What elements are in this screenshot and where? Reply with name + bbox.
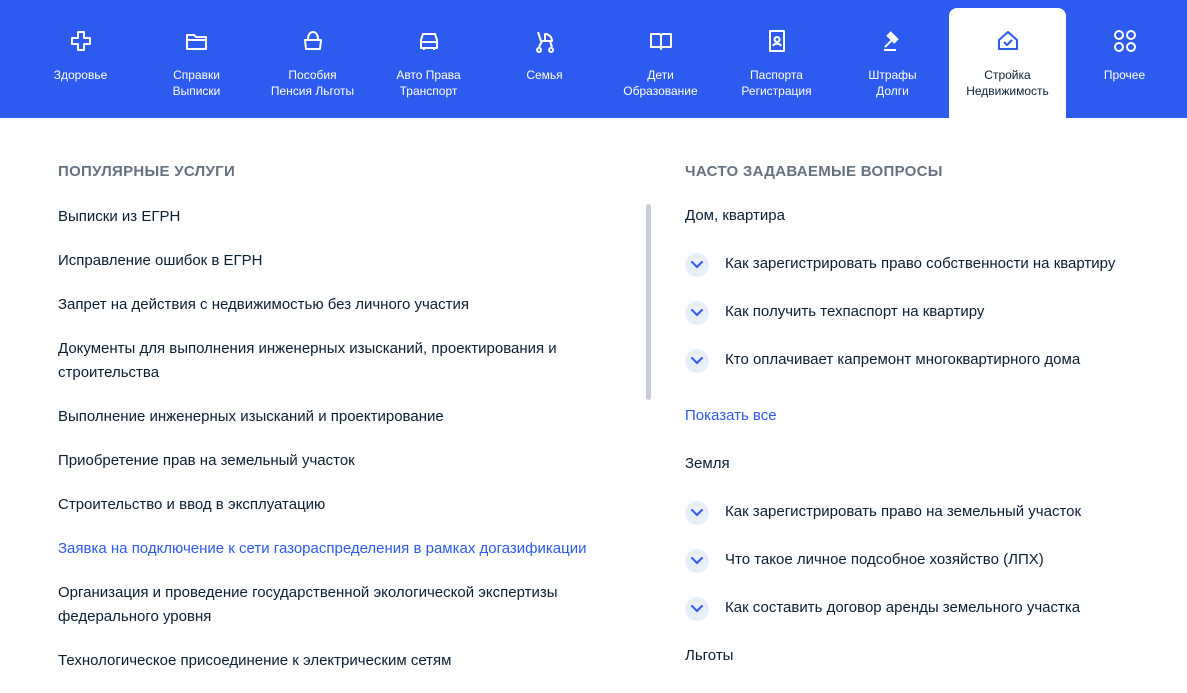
category-children[interactable]: Дети Образование: [602, 8, 719, 118]
faq-group-title: Земля: [685, 455, 730, 472]
category-certificates[interactable]: Справки Выписки: [138, 8, 255, 118]
wallet-bag-icon: [300, 28, 326, 54]
chevron-down-icon: [685, 549, 709, 573]
category-label: Семья: [526, 68, 563, 82]
category-auto[interactable]: Авто Права Транспорт: [370, 8, 487, 118]
service-link[interactable]: Документы для выполнения инженерных изыс…: [58, 337, 628, 385]
category-passports[interactable]: Паспорта Регистрация: [718, 8, 835, 118]
chevron-down-icon: [685, 253, 709, 277]
house-icon: [995, 28, 1021, 54]
chevron-down-icon: [685, 349, 709, 373]
service-link[interactable]: Выписки из ЕГРН: [58, 205, 628, 229]
category-other[interactable]: Прочее: [1066, 8, 1183, 118]
faq-question: Как зарегистрировать право на земельный …: [725, 503, 1082, 520]
folder-icon: [184, 28, 210, 54]
popular-services-title: ПОПУЛЯРНЫЕ УСЛУГИ: [58, 163, 236, 180]
scrollbar-thumb[interactable]: [646, 204, 651, 400]
service-link[interactable]: Организация и проведение государственной…: [58, 581, 628, 629]
faq-question: Как составить договор аренды земельного …: [725, 599, 1081, 616]
service-link-highlighted[interactable]: Заявка на подключение к сети газораспред…: [58, 537, 658, 561]
faq-question: Как получить техпаспорт на квартиру: [725, 303, 985, 320]
category-label: Дети Образование: [623, 68, 698, 98]
faq-group-title: Льготы: [685, 647, 734, 664]
passport-icon: [764, 28, 790, 54]
car-icon: [416, 28, 442, 54]
service-link[interactable]: Выполнение инженерных изысканий и проект…: [58, 405, 628, 429]
faq-question: Что такое личное подсобное хозяйство (ЛП…: [725, 551, 1044, 568]
faq-question: Как зарегистрировать право собственности…: [725, 255, 1116, 272]
category-label: Штрафы Долги: [868, 68, 917, 98]
category-bar: Здоровье Справки Выписки Пособия Пенсия Ль…: [0, 0, 1187, 118]
service-link[interactable]: Технологическое присоединение к электрич…: [58, 649, 628, 673]
gavel-icon: [880, 28, 906, 54]
faq-question: Кто оплачивает капремонт многоквартирног…: [725, 351, 1081, 368]
category-label: Пособия Пенсия Льготы: [270, 68, 355, 98]
category-label: Авто Права Транспорт: [396, 68, 461, 98]
grid-icon: [1112, 28, 1138, 54]
category-label: Паспорта Регистрация: [741, 68, 812, 98]
faq-title: ЧАСТО ЗАДАВАЕМЫЕ ВОПРОСЫ: [685, 163, 943, 180]
category-label: Стройка Недвижимость: [966, 68, 1049, 98]
service-link[interactable]: Строительство и ввод в эксплуатацию: [58, 493, 628, 517]
category-label: Прочее: [1103, 68, 1146, 82]
service-link[interactable]: Исправление ошибок в ЕГРН: [58, 249, 628, 273]
show-all-link[interactable]: Показать все: [685, 407, 777, 424]
service-link[interactable]: Приобретение прав на земельный участок: [58, 449, 628, 473]
chevron-down-icon: [685, 597, 709, 621]
category-realty[interactable]: Стройка Недвижимость: [949, 8, 1066, 118]
stroller-icon: [532, 28, 558, 54]
chevron-down-icon: [685, 301, 709, 325]
service-link[interactable]: Запрет на действия с недвижимостью без л…: [58, 293, 628, 317]
chevron-down-icon: [685, 501, 709, 525]
category-fines[interactable]: Штрафы Долги: [834, 8, 951, 118]
book-icon: [648, 28, 674, 54]
category-label: Здоровье: [53, 68, 108, 82]
category-benefits[interactable]: Пособия Пенсия Льготы: [254, 8, 371, 118]
health-cross-icon: [68, 28, 94, 54]
category-health[interactable]: Здоровье: [22, 8, 139, 118]
faq-group-title: Дом, квартира: [685, 207, 785, 224]
category-label: Справки Выписки: [172, 68, 221, 98]
category-family[interactable]: Семья: [486, 8, 603, 118]
